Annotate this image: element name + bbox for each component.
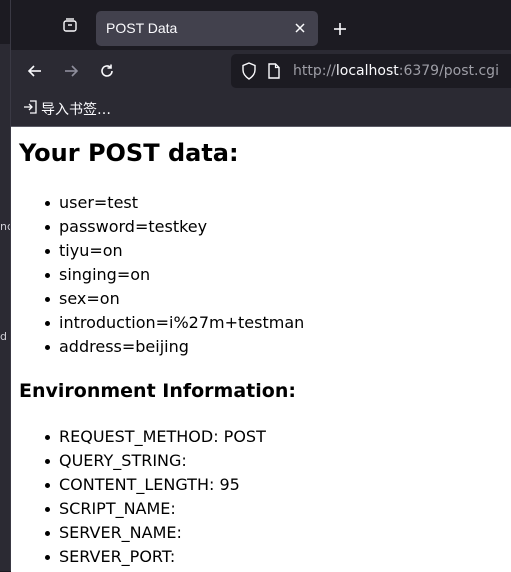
url-text[interactable]: http://localhost:6379/post.cgi [293, 63, 499, 79]
tab-strip: POST Data [11, 0, 511, 50]
list-item: address=beijing [45, 335, 304, 359]
browser-window: POST Data http://localhost:6379/post.cgi… [10, 0, 511, 572]
page-title: Your POST data: [19, 139, 239, 167]
url-scheme: http:// [293, 63, 336, 79]
list-item: SERVER_PORT: [45, 545, 266, 569]
import-bookmarks-button[interactable]: 导入书签… [23, 99, 111, 119]
import-bookmarks-label: 导入书签… [41, 102, 111, 118]
url-path: :6379/post.cgi [398, 63, 499, 79]
list-item: introduction=i%27m+testman [45, 311, 304, 335]
tab-post-data[interactable]: POST Data [96, 11, 318, 46]
list-item: QUERY_STRING: [45, 449, 266, 473]
reload-icon[interactable] [95, 59, 119, 83]
list-item: sex=on [45, 287, 304, 311]
url-host: localhost [335, 63, 399, 79]
close-icon[interactable] [290, 18, 310, 38]
tab-title: POST Data [106, 20, 178, 36]
list-item: REQUEST_METHOD: POST [45, 425, 266, 449]
page-content: Your POST data: user=test password=testk… [11, 126, 511, 572]
list-item: user=test [45, 191, 304, 215]
section-heading: Environment Information: [19, 380, 296, 402]
post-data-list: user=test password=testkey tiyu=on singi… [45, 191, 304, 359]
list-item: CONTENT_LENGTH: 95 [45, 473, 266, 497]
page-icon[interactable] [267, 63, 281, 83]
back-arrow-icon[interactable] [23, 59, 47, 83]
background-text-fragment: d [0, 330, 7, 343]
list-item: password=testkey [45, 215, 304, 239]
import-icon [23, 100, 37, 118]
list-item: SERVER_NAME: [45, 521, 266, 545]
environment-list: REQUEST_METHOD: POST QUERY_STRING: CONTE… [45, 425, 266, 569]
plus-icon[interactable] [329, 18, 351, 40]
tab-list-icon[interactable] [59, 14, 81, 36]
forward-arrow-icon[interactable] [59, 59, 83, 83]
navigation-bar: http://localhost:6379/post.cgi [11, 50, 511, 92]
list-item: singing=on [45, 263, 304, 287]
list-item: tiyu=on [45, 239, 304, 263]
url-bar[interactable]: http://localhost:6379/post.cgi [231, 54, 511, 88]
shield-icon[interactable] [241, 62, 257, 84]
bookmarks-toolbar: 导入书签… [11, 92, 511, 126]
list-item: SCRIPT_NAME: [45, 497, 266, 521]
